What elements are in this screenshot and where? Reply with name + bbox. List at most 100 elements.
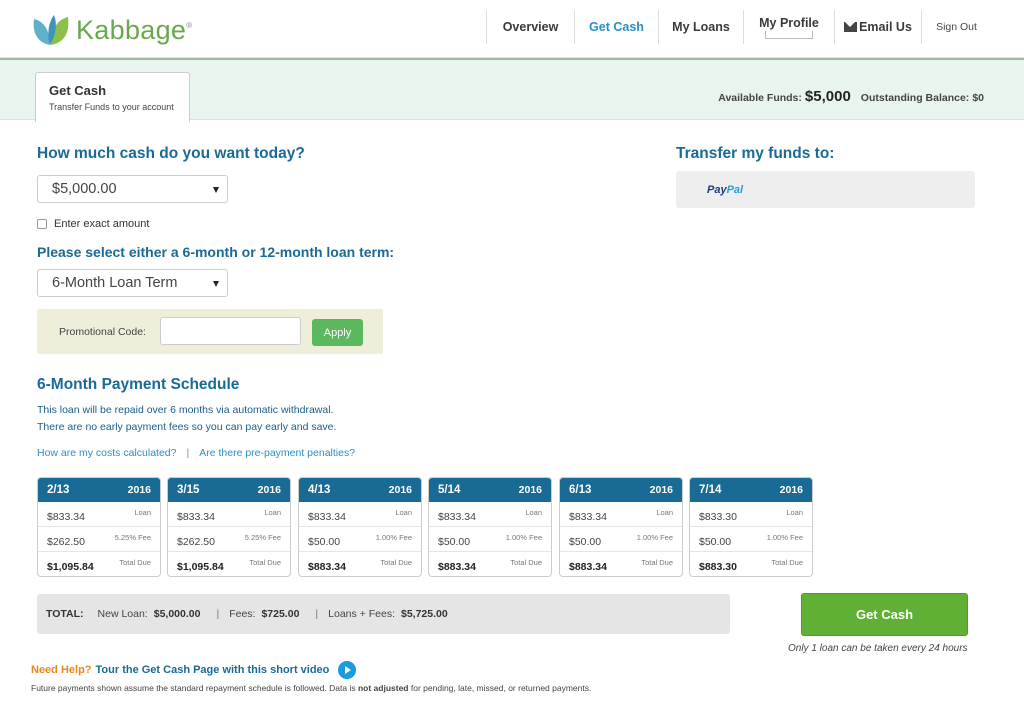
totals-bar: TOTAL: New Loan: $5,000.00 | Fees: $725.… [37,594,730,634]
loan-label: Loan [395,508,412,517]
total-due-label: Total Due [380,558,412,567]
tour-video-link[interactable]: Tour the Get Cash Page with this short v… [96,664,330,676]
exact-amount-label: Enter exact amount [54,218,150,230]
fee-label: 1.00% Fee [375,533,412,542]
schedule-line-1: This loan will be repaid over 6 months v… [37,404,334,416]
kabbage-logo[interactable]: Kabbage® [30,10,192,50]
footnote-post: for pending, late, missed, or returned p… [410,683,592,693]
total-due-row: $1,095.84 Total Due [38,552,160,576]
costs-link[interactable]: How are my costs calculated? [37,447,176,459]
caret-down-icon [213,281,219,287]
payment-card-header: 3/15 2016 [168,478,290,502]
need-help-label: Need Help? [31,664,92,676]
loan-label: Loan [264,508,281,517]
total-due-row: $883.34 Total Due [299,552,421,576]
paypal-logo-pal: Pal [726,183,744,196]
nav-my-loans[interactable]: My Loans [658,10,743,44]
amount-select-value: $5,000.00 [52,181,117,197]
fee-label: 5.25% Fee [244,533,281,542]
fee-amount: $50.00 [308,536,341,548]
total-due-amount: $883.34 [308,561,346,573]
paypal-logo-pay: Pay [707,183,727,196]
total-due-amount: $883.34 [438,561,476,573]
loan-amount: $833.34 [569,511,607,523]
transfer-heading: Transfer my funds to: [676,145,835,162]
envelope-icon [844,22,858,32]
apply-button[interactable]: Apply [312,319,363,346]
fee-label: 5.25% Fee [114,533,151,542]
payment-year: 2016 [649,484,673,496]
fee-label: 1.00% Fee [505,533,542,542]
total-due-row: $1,095.84 Total Due [168,552,290,576]
loan-row: $833.34 Loan [168,502,290,527]
leaf-logo-icon [33,15,69,45]
total-due-label: Total Due [119,558,151,567]
payment-card: 6/13 2016 $833.34 Loan $50.00 1.00% Fee $883.3… [559,477,683,577]
total-due-amount: $1,095.84 [177,561,224,573]
brand-name: Kabbage® [76,14,193,45]
promo-code-input[interactable] [160,317,301,345]
prepayment-link[interactable]: Are there pre-payment penalties? [199,447,355,459]
payment-date: 3/15 [177,484,200,496]
promo-label: Promotional Code: [59,326,146,338]
total-label: TOTAL: [46,608,84,620]
fee-amount: $50.00 [438,536,471,548]
outstanding-balance-label: Outstanding Balance: [860,92,970,104]
get-cash-button[interactable]: Get Cash [801,593,968,636]
fee-row: $50.00 1.00% Fee [560,527,682,552]
payment-year: 2016 [388,484,412,496]
paypal-option[interactable]: Pay Pal [676,171,975,208]
fee-amount: $50.00 [699,536,732,548]
payment-card: 5/14 2016 $833.34 Loan $50.00 1.00% Fee $883.3… [428,477,552,577]
footnote-bold: not adjusted [357,683,409,693]
total-due-label: Total Due [249,558,281,567]
payment-year: 2016 [779,484,803,496]
nav-get-cash[interactable]: Get Cash [574,10,658,44]
amount-select[interactable]: $5,000.00 [37,175,228,203]
total-due-label: Total Due [510,558,542,567]
tab-title: Get Cash [49,83,107,98]
available-funds-value: $5,000 [804,88,851,105]
get-cash-tab[interactable]: Get Cash Transfer Funds to your account [35,72,190,122]
payment-card: 7/14 2016 $833.30 Loan $50.00 1.00% Fee $883.3… [689,477,813,577]
total-due-label: Total Due [641,558,673,567]
payment-card-header: 5/14 2016 [429,478,551,502]
exact-amount-row[interactable]: Enter exact amount [37,218,149,230]
loan-row: $833.30 Loan [690,502,812,527]
loan-label: Loan [525,508,542,517]
loan-amount: $833.34 [47,511,85,523]
available-funds-label: Available Funds: [718,92,802,104]
fee-label: 1.00% Fee [766,533,803,542]
nav-sign-out[interactable]: Sign Out [921,10,991,44]
payment-card-header: 4/13 2016 [299,478,421,502]
fee-row: $50.00 1.00% Fee [690,527,812,552]
main-nav: Overview Get Cash My Loans My Profile Em… [486,10,991,44]
fee-row: $50.00 1.00% Fee [299,527,421,552]
schedule-description: This loan will be repaid over 6 months v… [37,402,336,436]
funds-summary: Available Funds: $5,000 Outstanding Bala… [718,88,984,105]
amount-heading: How much cash do you want today? [37,145,305,162]
total-due-row: $883.30 Total Due [690,552,812,576]
outstanding-balance-value: $0 [972,92,984,104]
loan-row: $833.34 Loan [38,502,160,527]
payment-year: 2016 [257,484,281,496]
term-select-value: 6-Month Loan Term [52,275,178,291]
link-separator: | [186,447,190,459]
nav-my-profile[interactable]: My Profile [743,10,834,44]
exact-amount-checkbox[interactable] [37,219,47,229]
fees-value: $725.00 [261,608,300,620]
help-row: Need Help? Tour the Get Cash Page with t… [31,661,357,679]
pipe-separator: | [216,608,220,620]
play-icon[interactable] [338,661,357,679]
loan-frequency-note: Only 1 loan can be taken every 24 hours [788,643,968,654]
total-due-label: Total Due [771,558,803,567]
nav-overview[interactable]: Overview [486,10,574,44]
nav-email-us-label: Email Us [859,20,912,34]
footnote-pre: Future payments shown assume the standar… [31,683,356,693]
new-loan-value: $5,000.00 [153,608,201,620]
term-select[interactable]: 6-Month Loan Term [37,269,228,297]
footnote: Future payments shown assume the standar… [31,683,591,693]
schedule-heading: 6-Month Payment Schedule [37,376,240,393]
total-due-row: $883.34 Total Due [429,552,551,576]
nav-email-us[interactable]: Email Us [834,10,921,44]
